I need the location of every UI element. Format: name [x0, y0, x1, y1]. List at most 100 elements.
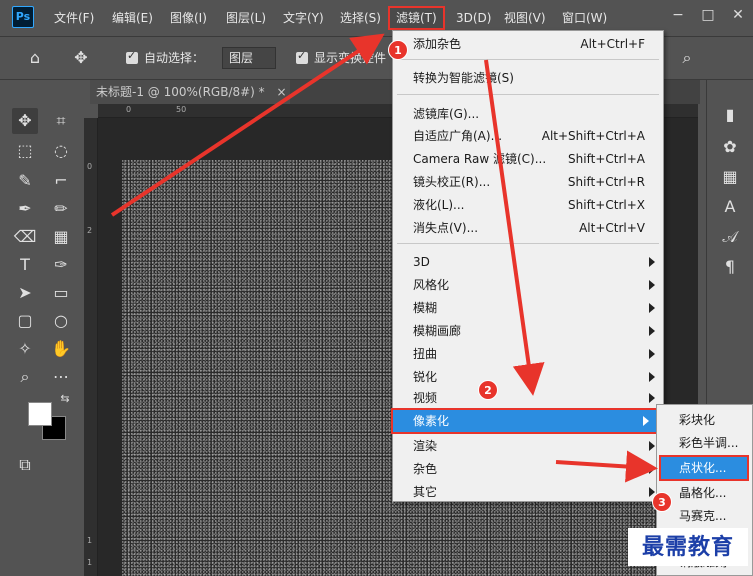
menu-3d[interactable]: 3D(D) — [456, 8, 491, 28]
step-badge-1: 1 — [388, 40, 408, 60]
menu-item-add-noise[interactable]: 添加杂色 Alt+Ctrl+F — [393, 33, 663, 55]
rectangle-tool-icon[interactable]: ▭ — [48, 280, 74, 306]
menu-separator — [397, 243, 659, 244]
submenu-item-color-halftone[interactable]: 彩色半调... — [657, 432, 752, 454]
submenu-arrow-icon — [649, 441, 655, 451]
menu-item-liquify[interactable]: 液化(L)... Shift+Ctrl+X — [393, 194, 663, 216]
hand-tool-icon[interactable]: ✋ — [48, 336, 74, 362]
quick-mask-icon[interactable]: ⧉ — [12, 452, 38, 478]
menu-filter[interactable]: 滤镜(T) — [388, 6, 445, 30]
menu-item-filter-gallery[interactable]: 滤镜库(G)... — [393, 103, 663, 125]
eyedropper-tool-icon[interactable]: ✒ — [12, 196, 38, 222]
ruler-vertical: 0 2 1 1 — [84, 118, 98, 576]
menu-item-camera-raw[interactable]: Camera Raw 滤镜(C)... Shift+Ctrl+A — [393, 148, 663, 170]
submenu-arrow-icon — [649, 349, 655, 359]
ruler-label: 1 — [87, 536, 93, 545]
step-badge-2: 2 — [478, 380, 498, 400]
step-badge-3: 3 — [652, 492, 672, 512]
brush-tool-icon[interactable]: ✏ — [48, 196, 74, 222]
zoom-tool-icon[interactable]: ⌕ — [12, 364, 38, 390]
close-icon[interactable]: ✕ — [730, 7, 746, 23]
submenu-item-facet[interactable]: 彩块化 — [657, 409, 752, 431]
paragraph-icon[interactable]: ¶ — [719, 256, 741, 278]
foreground-color-swatch[interactable] — [28, 402, 52, 426]
menu-item-blur-gallery[interactable]: 模糊画廊 — [393, 320, 663, 342]
submenu-arrow-icon — [649, 280, 655, 290]
ruler-label: 2 — [87, 226, 93, 235]
minimize-icon[interactable]: − — [670, 7, 686, 23]
submenu-arrow-icon — [649, 372, 655, 382]
swap-colors-icon[interactable]: ⇆ — [58, 392, 72, 406]
tab-close-icon[interactable]: × — [277, 85, 287, 99]
menu-layer[interactable]: 图层(L) — [226, 8, 266, 28]
ruler-label: 0 — [87, 162, 93, 171]
custom-shape-tool-icon[interactable]: ✧ — [12, 336, 38, 362]
menu-type[interactable]: 文字(Y) — [283, 8, 324, 28]
marquee-tool-icon[interactable]: ⬚ — [12, 138, 38, 164]
menu-separator — [397, 94, 659, 95]
submenu-arrow-icon — [649, 303, 655, 313]
photoshop-logo-icon: Ps — [12, 6, 34, 28]
menu-item-adaptive-wide-angle[interactable]: 自适应广角(A)... Alt+Shift+Ctrl+A — [393, 125, 663, 147]
menu-item-video[interactable]: 视频 — [393, 387, 663, 409]
menu-item-noise[interactable]: 杂色 — [393, 458, 663, 480]
menu-item-sharpen[interactable]: 锐化 — [393, 366, 663, 388]
glyphs-icon[interactable]: 𝒜 — [719, 226, 741, 248]
gradient-tool-icon[interactable]: ▦ — [48, 224, 74, 250]
document-tab[interactable]: 未标题-1 @ 100%(RGB/8#) * × — [90, 80, 290, 104]
move-tool-icon[interactable]: ✥ — [68, 45, 94, 71]
ruler-label: 0 — [126, 105, 132, 114]
path-select-tool-icon[interactable]: ➤ — [12, 280, 38, 306]
filter-menu-dropdown: 添加杂色 Alt+Ctrl+F 转换为智能滤镜(S) 滤镜库(G)... 自适应… — [391, 30, 664, 503]
search-icon[interactable]: ⌕ — [674, 45, 700, 71]
lasso-tool-icon[interactable]: ◌ — [48, 138, 74, 164]
submenu-arrow-icon — [649, 257, 655, 267]
color-palette-icon[interactable]: ✿ — [719, 136, 741, 158]
menu-item-other[interactable]: 其它 — [393, 481, 663, 503]
submenu-item-mosaic[interactable]: 马赛克... — [657, 505, 752, 527]
type-tool-icon[interactable]: T — [12, 252, 38, 278]
menu-edit[interactable]: 编辑(E) — [112, 8, 153, 28]
menu-item-pixelate[interactable]: 像素化 — [391, 408, 659, 434]
submenu-arrow-icon — [643, 416, 649, 426]
menu-file[interactable]: 文件(F) — [54, 8, 94, 28]
character-icon[interactable]: A — [719, 196, 741, 218]
menu-item-render[interactable]: 渲染 — [393, 435, 663, 457]
menu-item-3d[interactable]: 3D — [393, 251, 663, 273]
menu-separator — [397, 59, 659, 60]
maximize-icon[interactable]: □ — [700, 7, 716, 23]
swatches-grid-icon[interactable]: ▦ — [719, 166, 741, 188]
show-transform-label: 显示变换控件 — [314, 51, 387, 65]
quick-select-tool-icon[interactable]: ✎ — [12, 168, 38, 194]
watermark-logo: 最需教育 — [628, 528, 748, 566]
artboard-tool-icon[interactable]: ⌗ — [48, 108, 74, 134]
show-transform-checkbox[interactable] — [296, 49, 308, 64]
histogram-icon[interactable]: ▮ — [719, 104, 741, 126]
submenu-item-pointillize[interactable]: 点状化... — [659, 455, 749, 481]
menu-item-convert-smart-filter[interactable]: 转换为智能滤镜(S) — [393, 67, 663, 89]
menu-bar: Ps 文件(F) 编辑(E) 图像(I) 图层(L) 文字(Y) 选择(S) 滤… — [0, 0, 753, 34]
ruler-label: 1 — [87, 558, 93, 567]
submenu-arrow-icon — [649, 393, 655, 403]
more-tools-icon[interactable]: ⋯ — [48, 364, 74, 390]
auto-select-checkbox[interactable] — [126, 49, 138, 64]
menu-item-vanishing-point[interactable]: 消失点(V)... Alt+Ctrl+V — [393, 217, 663, 239]
menu-window[interactable]: 窗口(W) — [562, 8, 607, 28]
crop-tool-icon[interactable]: ⌐ — [48, 168, 74, 194]
auto-select-dropdown[interactable]: 图层 — [222, 47, 276, 69]
ellipse-tool-icon[interactable]: ○ — [48, 308, 74, 334]
menu-item-lens-correction[interactable]: 镜头校正(R)... Shift+Ctrl+R — [393, 171, 663, 193]
home-icon[interactable]: ⌂ — [22, 45, 48, 71]
menu-item-blur[interactable]: 模糊 — [393, 297, 663, 319]
rounded-rect-tool-icon[interactable]: ▢ — [12, 308, 38, 334]
eraser-tool-icon[interactable]: ⌫ — [12, 224, 38, 250]
submenu-arrow-icon — [649, 464, 655, 474]
pen-tool-icon[interactable]: ✑ — [48, 252, 74, 278]
menu-item-distort[interactable]: 扭曲 — [393, 343, 663, 365]
menu-item-stylize[interactable]: 风格化 — [393, 274, 663, 296]
menu-select[interactable]: 选择(S) — [340, 8, 381, 28]
menu-view[interactable]: 视图(V) — [504, 8, 546, 28]
move-tool-icon[interactable]: ✥ — [12, 108, 38, 134]
auto-select-label: 自动选择： — [144, 51, 205, 65]
menu-image[interactable]: 图像(I) — [170, 8, 207, 28]
